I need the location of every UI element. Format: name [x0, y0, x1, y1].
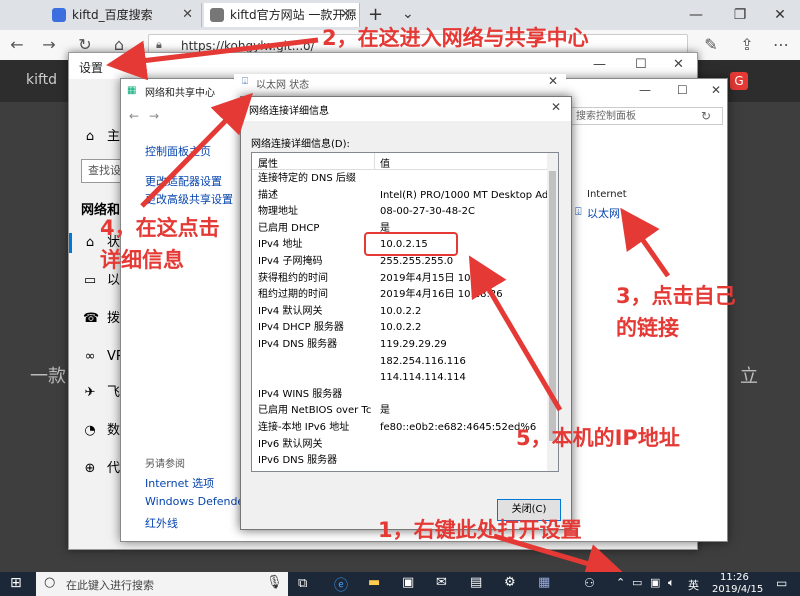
network-tray-icon[interactable]: ▣	[650, 576, 660, 589]
store-icon[interactable]: ▣	[402, 575, 414, 590]
annotation-step-3-line2: 的链接	[616, 312, 679, 342]
cortana-icon: ○	[44, 575, 55, 590]
annotation-step-3-line1: 3，点击自己	[616, 280, 736, 310]
file-explorer-icon[interactable]: ▬	[368, 575, 380, 590]
battery-icon[interactable]: ▭	[632, 576, 642, 589]
edge-icon[interactable]: ⓔ	[334, 575, 348, 595]
clock-time[interactable]: 11:26	[720, 572, 749, 583]
mail-icon[interactable]: ✉	[436, 575, 447, 590]
people-icon[interactable]: ⚇	[584, 576, 595, 590]
arrow-4	[142, 100, 246, 206]
settings-gear-icon[interactable]: ⚙	[504, 575, 516, 590]
arrow-3	[626, 216, 668, 276]
taskbar-search-input: 在此键入进行搜索	[66, 577, 154, 593]
annotation-step-4-line1: 4，在这点击	[100, 212, 220, 242]
annotation-step-1: 1，右键此处打开设置	[378, 514, 582, 544]
taskbar: ⊞ ○ 在此键入进行搜索 🎙︎ ⧉ ⓔ ▬ ▣ ✉ ▤ ⚙ ▦ ⚇ ⌃ ▭ ▣ …	[0, 572, 800, 596]
ime-indicator[interactable]: 英	[688, 577, 699, 593]
volume-icon[interactable]: 🔈︎	[668, 576, 675, 590]
windows-start-icon[interactable]: ⊞	[10, 575, 22, 591]
annotation-step-4-line2: 详细信息	[100, 244, 184, 274]
arrow-5	[474, 264, 560, 410]
taskbar-search-box[interactable]: ○ 在此键入进行搜索 🎙︎	[36, 572, 288, 596]
annotation-step-5: 5，本机的IP地址	[516, 422, 680, 452]
photo-icon[interactable]: ▤	[470, 575, 482, 590]
microphone-icon[interactable]: 🎙︎	[266, 575, 283, 590]
annotation-step-2: 2，在这进入网络与共享中心	[322, 22, 589, 52]
chevron-up-icon[interactable]: ⌃	[616, 576, 625, 589]
control-panel-icon[interactable]: ▦	[538, 575, 550, 590]
task-view-icon[interactable]: ⧉	[298, 576, 307, 591]
arrow-2	[116, 40, 318, 64]
clock-date[interactable]: 2019/4/15	[712, 584, 763, 595]
notification-icon[interactable]: ▭	[776, 576, 787, 590]
